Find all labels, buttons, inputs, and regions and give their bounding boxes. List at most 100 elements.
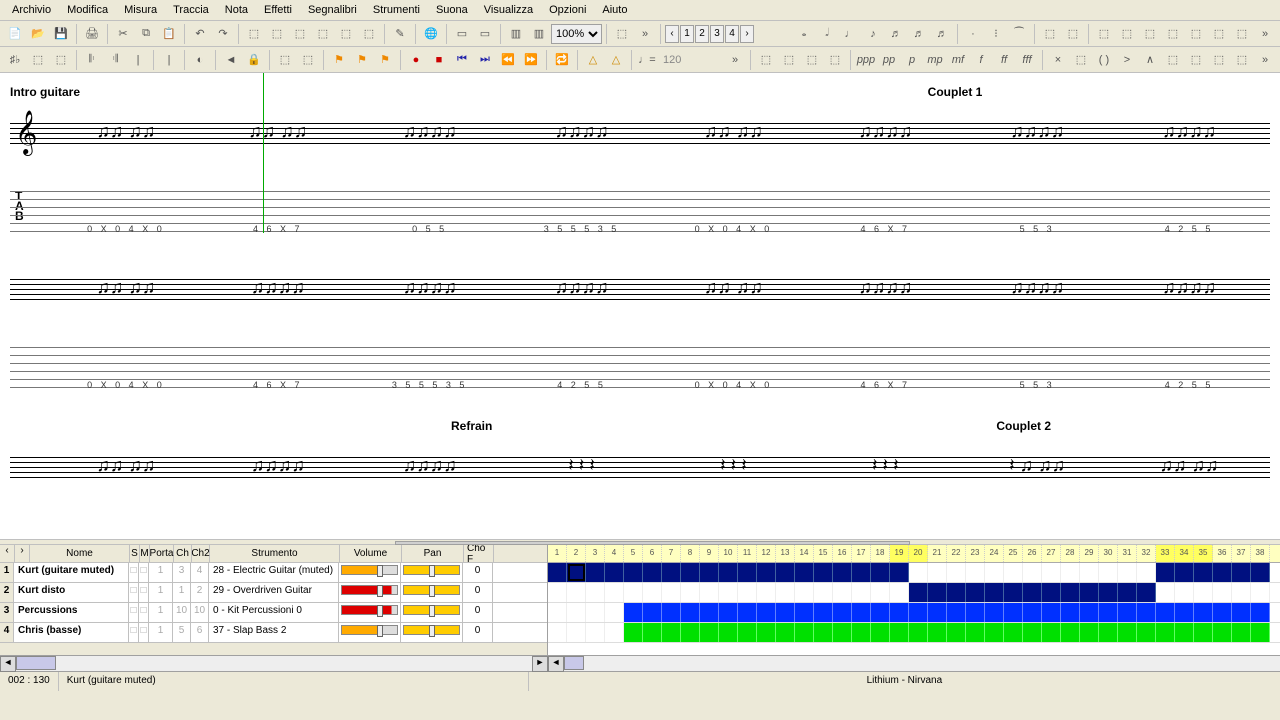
timeline-cell[interactable] (1156, 583, 1175, 602)
timeline-cell[interactable] (1004, 563, 1023, 582)
effect-icon[interactable]: ∧ (1139, 49, 1161, 71)
timeline-tick[interactable]: 24 (985, 545, 1004, 562)
timeline-tick[interactable]: 29 (1080, 545, 1099, 562)
volume-slider[interactable] (341, 565, 398, 575)
track-row[interactable]: 2 Kurt disto □ □ 112 29 - Overdriven Gui… (0, 583, 547, 603)
marker-1[interactable]: 1 (680, 25, 694, 43)
timeline-cell[interactable] (1137, 603, 1156, 622)
timeline-cell[interactable] (719, 623, 738, 642)
tool-icon[interactable]: ⬚ (266, 23, 288, 45)
metronome-icon[interactable]: △ (582, 49, 604, 71)
tab-row[interactable]: 0 X 0 4 X 04 6 X 7 3 5 5 5 3 54 2 5 5 0 … (10, 342, 1270, 397)
staff-row[interactable]: ♫♫ ♫♫♫♫♫♫ ♫♫♫♫𝄽 𝄽 𝄽 𝄽 𝄽 𝄽𝄽 𝄽 𝄽 𝄽 ♫ ♫♫♫♫ … (10, 437, 1270, 487)
effect-icon[interactable]: ⬚ (824, 49, 846, 71)
timeline-cell[interactable] (700, 563, 719, 582)
timeline-cell[interactable] (985, 623, 1004, 642)
timeline-cell[interactable] (833, 603, 852, 622)
timeline-cell[interactable] (1023, 623, 1042, 642)
staff-row[interactable]: 𝄞 ♫♫ ♫♫♫♫ ♫♫ ♫♫♫♫♫♫♫♫ ♫♫ ♫♫♫♫♫♫ ♫♫♫♫♫♫♫♫ (10, 103, 1270, 178)
timeline[interactable]: 1234567891011121314151617181920212223242… (548, 545, 1280, 655)
view-icon[interactable]: ▭ (474, 23, 496, 45)
timeline-cell[interactable] (1156, 603, 1175, 622)
timeline-tick[interactable]: 25 (1004, 545, 1023, 562)
scroll-thumb[interactable] (16, 656, 56, 670)
timeline-tick[interactable]: 14 (795, 545, 814, 562)
tool-icon[interactable]: ⬚ (358, 23, 380, 45)
timeline-cell[interactable] (1080, 623, 1099, 642)
tool-icon[interactable]: ⬚ (1208, 23, 1230, 45)
timeline-cell[interactable] (985, 583, 1004, 602)
nav-prev-icon[interactable]: ‹ (0, 545, 15, 562)
effect-icon[interactable]: ⬚ (1208, 49, 1230, 71)
timeline-cell[interactable] (643, 563, 662, 582)
timeline-cell[interactable] (795, 583, 814, 602)
timeline-tick[interactable]: 10 (719, 545, 738, 562)
timeline-tick[interactable]: 18 (871, 545, 890, 562)
expand-icon[interactable]: » (634, 23, 656, 45)
marker-4[interactable]: 4 (725, 25, 739, 43)
timeline-cell[interactable] (1251, 603, 1270, 622)
timeline-tick[interactable]: 37 (1232, 545, 1251, 562)
record-icon[interactable]: ● (405, 49, 427, 71)
timeline-cell[interactable] (624, 623, 643, 642)
solo-toggle[interactable]: □ (129, 563, 139, 582)
mute-toggle[interactable]: □ (139, 603, 149, 622)
timeline-cell[interactable] (1213, 623, 1232, 642)
zoom-select[interactable]: 100% (551, 24, 602, 44)
timeline-cell[interactable] (871, 623, 890, 642)
tool-icon[interactable]: ⬚ (1185, 23, 1207, 45)
effect-icon[interactable]: ⬚ (1070, 49, 1092, 71)
pan-slider[interactable] (403, 625, 460, 635)
timeline-cell[interactable] (1099, 583, 1118, 602)
undo-icon[interactable]: ↶ (189, 23, 211, 45)
timeline-cell[interactable] (1099, 603, 1118, 622)
timeline-cell[interactable] (776, 583, 795, 602)
timeline-tick[interactable]: 9 (700, 545, 719, 562)
timeline-cell[interactable] (966, 623, 985, 642)
volume-slider[interactable] (341, 625, 398, 635)
timeline-cell[interactable] (1251, 623, 1270, 642)
timeline-cell[interactable] (1118, 603, 1137, 622)
tool-icon[interactable]: ⬚ (1039, 23, 1061, 45)
menu-aiuto[interactable]: Aiuto (594, 2, 635, 18)
timeline-cell[interactable] (1137, 623, 1156, 642)
tie-icon[interactable]: ⁀ (1008, 23, 1030, 45)
timeline-cell[interactable] (548, 603, 567, 622)
timeline-cell[interactable] (795, 563, 814, 582)
timeline-tick[interactable]: 13 (776, 545, 795, 562)
timeline-tick[interactable]: 27 (1042, 545, 1061, 562)
timeline-cell[interactable] (1251, 583, 1270, 602)
timeline-cell[interactable] (1080, 583, 1099, 602)
timeline-cell[interactable] (1004, 583, 1023, 602)
staff-row[interactable]: ♫♫ ♫♫♫♫♫♫ ♫♫♫♫♫♫♫♫ ♫♫ ♫♫♫♫♫♫ ♫♫♫♫♫♫♫♫ (10, 259, 1270, 334)
timeline-cell[interactable] (1232, 583, 1251, 602)
effect-icon[interactable]: ( ) (1093, 49, 1115, 71)
redo-icon[interactable]: ↷ (212, 23, 234, 45)
timeline-cell[interactable] (909, 603, 928, 622)
timeline-cell[interactable] (567, 583, 586, 602)
pan-slider[interactable] (403, 565, 460, 575)
open-file-icon[interactable]: 📂 (27, 23, 49, 45)
flag-icon[interactable]: ⚑ (374, 49, 396, 71)
timeline-cell[interactable] (1118, 583, 1137, 602)
timeline-tick[interactable]: 32 (1137, 545, 1156, 562)
note-whole-icon[interactable]: 𝅝 (793, 23, 815, 45)
timeline-cell[interactable] (757, 603, 776, 622)
timeline-tick[interactable]: 22 (947, 545, 966, 562)
flag-icon[interactable]: ⚑ (351, 49, 373, 71)
timeline-cell[interactable] (1175, 583, 1194, 602)
flag-icon[interactable]: ⚑ (328, 49, 350, 71)
timeline-tick[interactable]: 11 (738, 545, 757, 562)
tool-icon[interactable]: ⬚ (1139, 23, 1161, 45)
timeline-cell[interactable] (719, 583, 738, 602)
tool-icon[interactable]: ⬚ (611, 23, 633, 45)
stop-icon[interactable]: ■ (428, 49, 450, 71)
expand-icon[interactable]: » (1254, 49, 1276, 71)
timeline-cell[interactable] (795, 603, 814, 622)
timeline-cell[interactable] (1232, 603, 1251, 622)
tool-icon[interactable]: ⬚ (274, 49, 296, 71)
timeline-cell[interactable] (662, 583, 681, 602)
timeline-cell[interactable] (567, 603, 586, 622)
timeline-cell[interactable] (624, 583, 643, 602)
track-row[interactable]: 1 Kurt (guitare muted) □ □ 134 28 - Elec… (0, 563, 547, 583)
